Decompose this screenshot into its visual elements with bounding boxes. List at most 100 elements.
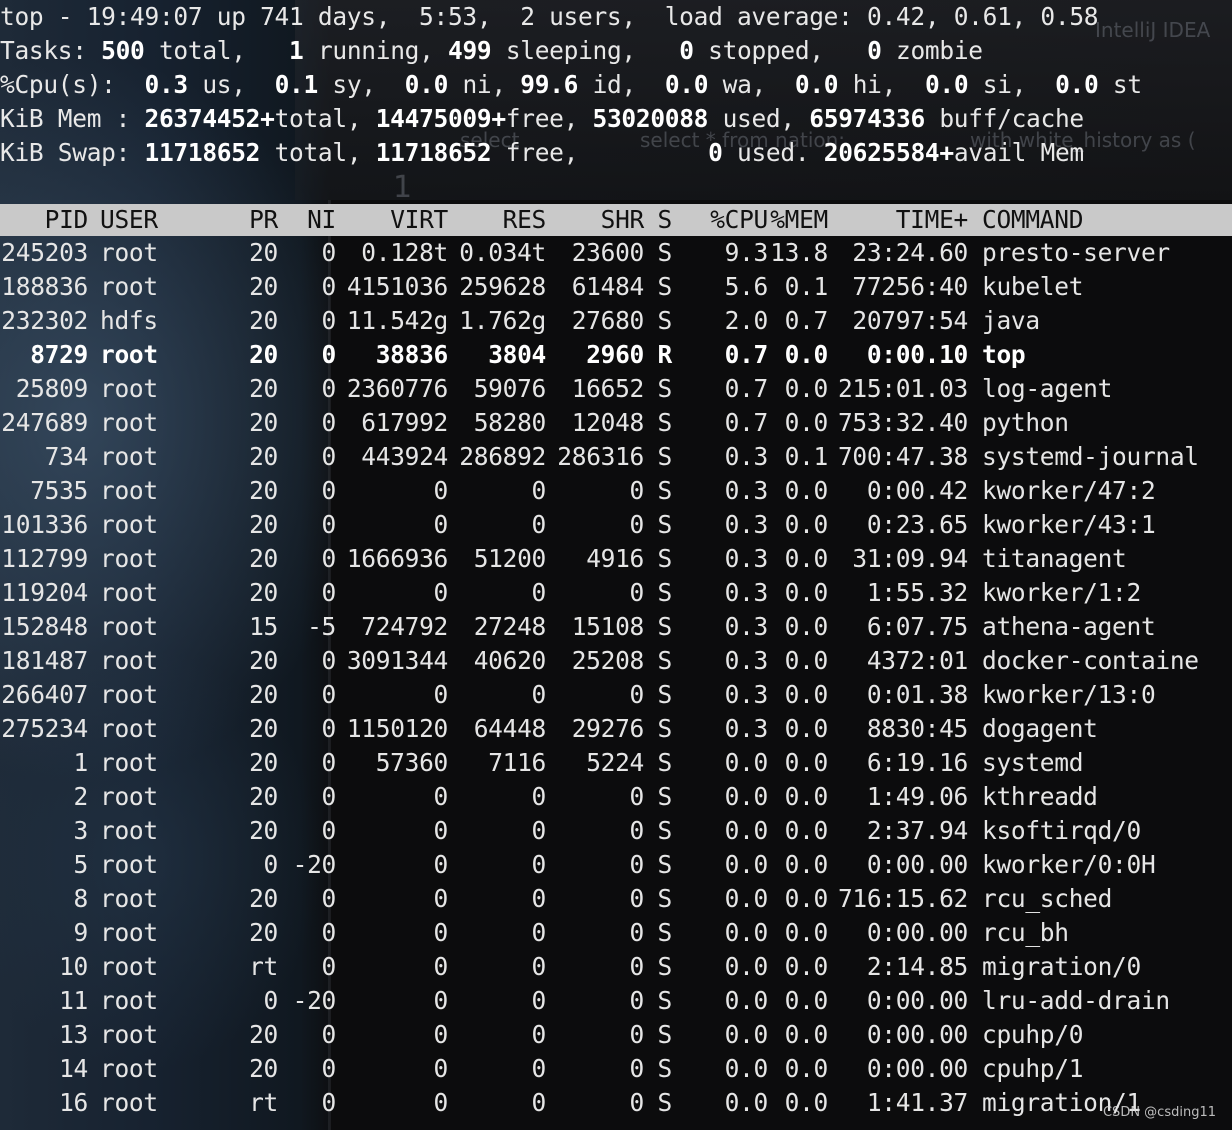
cpu-id-label: id, — [592, 70, 637, 99]
cell-cpu: 0.7 — [724, 408, 769, 437]
cell-shr: 0 — [629, 986, 645, 1015]
cell-pid: 734 — [44, 442, 89, 471]
tasks-total: 500 — [101, 36, 145, 65]
cell-command: titanagent — [982, 544, 1127, 573]
cell-mem: 0.0 — [784, 986, 829, 1015]
col-shr: SHR — [600, 205, 645, 234]
cpu-id: 99.6 — [520, 70, 579, 99]
cell-state: S — [657, 1054, 673, 1083]
cell-pr: 0 — [263, 850, 279, 879]
cell-state: S — [657, 476, 673, 505]
cell-pid: 188836 — [1, 272, 88, 301]
cell-res: 0 — [531, 782, 547, 811]
cell-state: S — [657, 918, 673, 947]
cell-virt: 0 — [433, 510, 449, 539]
table-row: 247689 root 20 0 617992 58280 12048 S 0.7 0.0 753:… — [0, 406, 1232, 440]
table-row: 101336 root 20 0 0 0 0 S 0.3 0.0 0:23.65 kworker/43… — [0, 508, 1232, 542]
terminal-screen[interactable]: top - 19:49:07 up 741 days, 5:53, 2 user… — [0, 0, 1232, 1120]
cell-cpu: 0.3 — [724, 646, 769, 675]
cell-cpu: 0.0 — [724, 782, 769, 811]
cell-time: 6:19.16 — [866, 748, 968, 777]
cell-ni: 0 — [321, 272, 337, 301]
swap-total-label: total, — [274, 138, 362, 167]
cell-ni: -20 — [292, 986, 337, 1015]
cell-command: ksoftirqd/0 — [982, 816, 1141, 845]
cell-shr: 2960 — [586, 340, 644, 369]
cell-state: S — [657, 544, 673, 573]
cell-user: root — [100, 646, 158, 675]
cell-state: S — [657, 272, 673, 301]
cell-res: 59076 — [473, 374, 547, 403]
cell-command: kworker/0:0H — [982, 850, 1156, 879]
table-row: 25809 root 20 0 2360776 59076 16652 S 0.7 0.0 215:… — [0, 372, 1232, 406]
cell-pid: 245203 — [1, 238, 88, 267]
table-row: 112799 root 20 0 1666936 51200 4916 S 0.3 0.0 31:0… — [0, 542, 1232, 576]
cell-pr: 20 — [249, 646, 278, 675]
cell-command: kworker/1:2 — [982, 578, 1141, 607]
col-cpu: %CPU — [710, 205, 768, 234]
mem-total-label: total, — [274, 104, 362, 133]
cell-time: 0:23.65 — [866, 510, 968, 539]
cell-res: 0 — [531, 1088, 547, 1117]
cell-user: root — [100, 578, 158, 607]
cell-pr: 20 — [249, 544, 278, 573]
cell-state: S — [657, 1020, 673, 1049]
cell-mem: 0.0 — [784, 544, 829, 573]
tasks-zombie-label: zombie — [896, 36, 983, 65]
table-row: 2 root 20 0 0 0 0 S 0.0 0.0 1:49.06 kthreadd — [0, 780, 1232, 814]
table-row: 734 root 20 0 443924 286892 286316 S 0.3 0.1 700:4… — [0, 440, 1232, 474]
cell-cpu: 0.0 — [724, 816, 769, 845]
cell-cpu: 9.3 — [724, 238, 769, 267]
cell-res: 3804 — [488, 340, 546, 369]
cell-mem: 0.0 — [784, 612, 829, 641]
cpu-sy-label: sy, — [332, 70, 376, 99]
cell-cpu: 0.0 — [724, 850, 769, 879]
col-user: USER — [100, 205, 158, 234]
cell-ni: 0 — [321, 816, 337, 845]
cell-pr: 20 — [249, 476, 278, 505]
cell-virt: 724792 — [361, 612, 448, 641]
cell-ni: -5 — [307, 612, 336, 641]
cell-time: 1:49.06 — [866, 782, 968, 811]
cell-state: S — [657, 680, 673, 709]
cell-ni: 0 — [321, 782, 337, 811]
cell-pid: 7535 — [30, 476, 88, 505]
cell-ni: 0 — [321, 952, 337, 981]
cell-user: root — [100, 1020, 158, 1049]
cell-shr: 0 — [629, 782, 645, 811]
cell-virt: 0 — [433, 1020, 449, 1049]
tasks-running-label: running, — [317, 36, 434, 65]
cell-res: 0 — [531, 578, 547, 607]
cell-time: 0:00.00 — [866, 918, 968, 947]
cell-res: 1.762g — [459, 306, 546, 335]
cell-user: root — [100, 510, 158, 539]
cell-pid: 11 — [59, 986, 88, 1015]
cell-command: lru-add-drain — [982, 986, 1170, 1015]
cell-command: kworker/13:0 — [982, 680, 1156, 709]
mem-used: 53020088 — [592, 104, 709, 133]
cell-mem: 0.0 — [784, 1088, 829, 1117]
cell-virt: 0 — [433, 578, 449, 607]
cell-pid: 8729 — [30, 340, 88, 369]
cell-user: root — [100, 408, 158, 437]
cell-res: 0 — [531, 986, 547, 1015]
cell-time: 23:24.60 — [852, 238, 968, 267]
cell-shr: 16652 — [571, 374, 645, 403]
table-row: 16 root rt 0 0 0 0 S 0.0 0.0 1:41.37 migration/1 — [0, 1086, 1232, 1120]
cell-pr: 20 — [249, 408, 278, 437]
cell-state: S — [657, 714, 673, 743]
cell-pr: 20 — [249, 714, 278, 743]
cell-state: S — [657, 306, 673, 335]
cell-virt: 3091344 — [346, 646, 448, 675]
cell-virt: 0 — [433, 850, 449, 879]
cell-command: athena-agent — [982, 612, 1156, 641]
cell-command: rcu_sched — [982, 884, 1113, 913]
table-row: 13 root 20 0 0 0 0 S 0.0 0.0 0:00.00 cpuhp/0 — [0, 1018, 1232, 1052]
cpu-us-label: us, — [202, 70, 246, 99]
cell-virt: 0 — [433, 782, 449, 811]
cell-pr: 20 — [249, 238, 278, 267]
cell-mem: 0.0 — [784, 646, 829, 675]
cell-time: 753:32.40 — [837, 408, 968, 437]
cell-state: S — [657, 578, 673, 607]
